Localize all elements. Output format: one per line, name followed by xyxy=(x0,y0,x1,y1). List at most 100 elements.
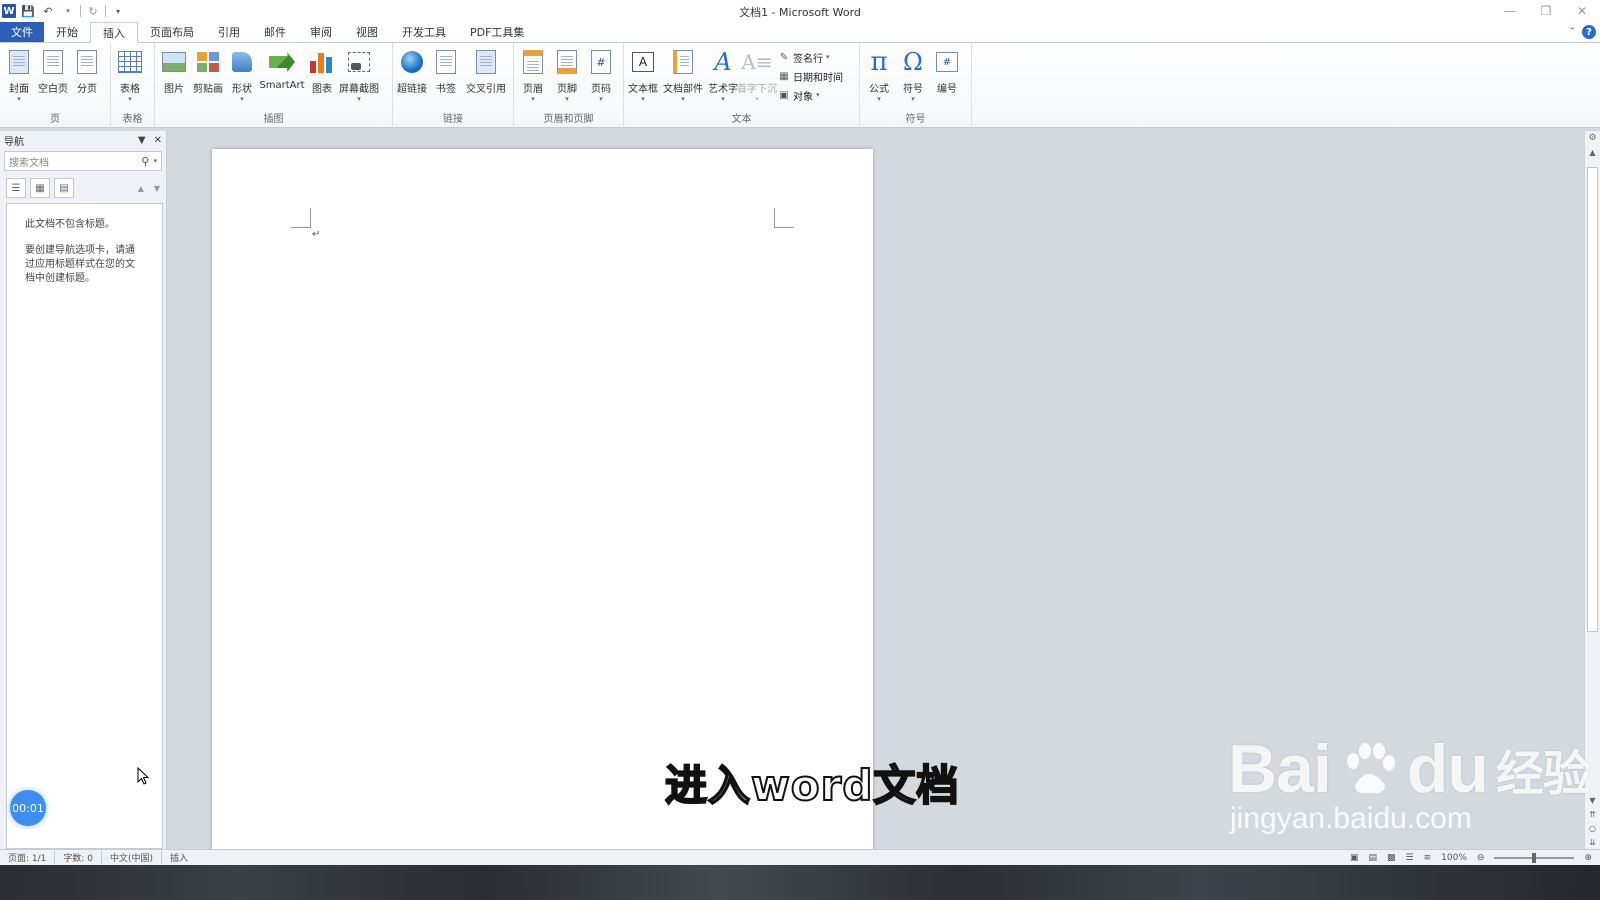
table-icon xyxy=(118,51,142,73)
page-number-icon: # xyxy=(588,48,614,76)
mouse-cursor-icon xyxy=(137,767,149,785)
chart-icon xyxy=(310,51,334,73)
signature-line-button[interactable]: ✎ 签名行 ▾ xyxy=(778,49,843,65)
headings-hint-message: 要创建导航选项卡，请通过应用标题样式在您的文档中创建标题。 xyxy=(25,245,135,284)
tab-pdf-tools[interactable]: PDF工具集 xyxy=(458,22,536,42)
blank-page-icon xyxy=(43,50,63,74)
paragraph-mark-icon: ↵ xyxy=(312,229,321,240)
scroll-thumb[interactable] xyxy=(1587,167,1598,632)
ribbon: 封面 ▾ 空白页 分页 页 表格 ▾ 表格 图片 剪贴画 形状 ▾ SmartA… xyxy=(0,43,1600,128)
group-label-text: 文本 xyxy=(731,114,752,125)
previous-result-icon[interactable]: ▲ xyxy=(138,184,144,193)
tab-file[interactable]: 文件 xyxy=(0,22,44,42)
object-button[interactable]: ▣ 对象 ▾ xyxy=(778,87,843,103)
margin-corner-top-left xyxy=(291,208,311,228)
tab-insert[interactable]: 插入 xyxy=(90,22,138,43)
calendar-icon: ▦ xyxy=(779,70,789,82)
group-label-symbols: 符号 xyxy=(905,114,926,125)
title-bar: W 💾 ↶ ▾ ↻ ▾ 文档1 - Microsoft Word — ❐ ✕ xyxy=(0,0,1600,22)
page-count-status[interactable]: 页面: 1/1 xyxy=(0,851,56,864)
navigation-pane-content: 此文档不包含标题。 要创建导航选项卡，请通过应用标题样式在您的文档中创建标题。 xyxy=(6,203,163,849)
full-screen-reading-icon[interactable]: ▤ xyxy=(1369,853,1378,863)
group-links: 超链接 书签 交叉引用 链接 xyxy=(393,43,514,128)
zoom-slider[interactable] xyxy=(1494,852,1575,863)
pane-close-icon[interactable]: ✕ xyxy=(154,135,162,146)
drop-cap-icon: A≡ xyxy=(741,50,773,74)
quick-parts-icon xyxy=(673,50,693,74)
group-symbols: π 公式 ▾ Ω 符号 ▾ # 编号 符号 xyxy=(860,43,972,128)
zoom-out-icon[interactable]: ⊖ xyxy=(1477,853,1485,863)
restore-icon[interactable]: ❐ xyxy=(1528,0,1564,22)
picture-icon xyxy=(162,52,186,72)
search-icon[interactable]: ⚲ xyxy=(141,155,149,168)
outline-view-icon[interactable]: ☰ xyxy=(1406,853,1414,863)
clip-art-icon xyxy=(195,48,221,76)
signature-line-icon: ✎ xyxy=(779,51,789,63)
help-icon[interactable]: ? xyxy=(1582,25,1596,39)
page-break-icon xyxy=(77,50,97,74)
save-icon[interactable]: 💾 xyxy=(20,3,36,19)
headings-view-icon[interactable]: ☰ xyxy=(6,178,26,198)
undo-icon[interactable]: ↶ xyxy=(40,3,56,19)
ruler-toggle-icon[interactable]: ⚙ xyxy=(1585,131,1600,145)
group-label-header-footer: 页眉和页脚 xyxy=(543,114,594,125)
tab-references[interactable]: 引用 xyxy=(206,22,252,42)
smartart-icon xyxy=(269,52,295,72)
navigation-pane: 导航 ▼ ✕ 搜索文档 ⚲ ▾ ☰ ▦ ▤ ▲ ▼ 此文档不包含标题。 要创建导… xyxy=(0,131,167,849)
group-text: A 文本框 ▾ 文档部件 ▾ A 艺术字 ▾ A≡ 首字下沉 ▾ ✎ 签名行 ▾ ▦… xyxy=(624,43,860,128)
date-time-button[interactable]: ▦ 日期和时间 xyxy=(778,68,843,84)
tab-mailings[interactable]: 邮件 xyxy=(252,22,298,42)
window-title: 文档1 - Microsoft Word xyxy=(739,6,861,19)
group-illustrations: 图片 剪贴画 形状 ▾ SmartArt 图表 屏幕截图 ▾ 插图 xyxy=(155,43,393,128)
group-header-footer: 页眉 ▾ 页脚 ▾ # 页码 ▾ 页眉和页脚 xyxy=(514,43,624,128)
tab-review[interactable]: 审阅 xyxy=(298,22,344,42)
qat-separator xyxy=(80,5,81,17)
word-count-status[interactable]: 字数: 0 xyxy=(55,851,103,864)
close-icon[interactable]: ✕ xyxy=(1564,0,1600,22)
no-headings-message: 此文档不包含标题。 xyxy=(25,219,115,230)
next-result-icon[interactable]: ▼ xyxy=(154,184,160,193)
video-subtitle: 进入word文档 xyxy=(664,760,960,811)
word-logo-icon[interactable]: W xyxy=(2,4,16,18)
pane-options-icon[interactable]: ▼ xyxy=(138,135,146,146)
qat-separator xyxy=(105,5,106,17)
window-controls: — ❐ ✕ xyxy=(1492,0,1600,22)
omega-icon: Ω xyxy=(903,48,923,76)
zoom-level[interactable]: 100% xyxy=(1441,853,1467,863)
bookmark-icon xyxy=(436,50,456,74)
quick-access-toolbar: W 💾 ↶ ▾ ↻ ▾ xyxy=(0,3,126,19)
web-layout-icon[interactable]: ▩ xyxy=(1387,853,1396,863)
language-status[interactable]: 中文(中国) xyxy=(102,851,163,864)
search-document-input[interactable]: 搜索文档 ⚲ ▾ xyxy=(4,151,162,171)
print-layout-view-icon[interactable]: ▣ xyxy=(1350,853,1359,863)
customize-icon[interactable]: ▾ xyxy=(110,3,126,19)
draft-view-icon[interactable]: ≡ xyxy=(1424,853,1432,863)
pages-view-icon[interactable]: ▦ xyxy=(30,178,50,198)
cross-reference-icon xyxy=(476,50,496,74)
navigation-pane-header: 导航 ▼ ✕ xyxy=(0,131,166,149)
pi-icon: π xyxy=(870,47,888,77)
insert-mode-status[interactable]: 插入 xyxy=(162,851,196,864)
wordart-icon: A xyxy=(714,48,732,76)
margin-corner-top-right xyxy=(774,208,794,228)
undo-dropdown-icon[interactable]: ▾ xyxy=(60,3,76,19)
footer-icon xyxy=(557,50,577,74)
tab-view[interactable]: 视图 xyxy=(344,22,390,42)
os-taskbar xyxy=(0,865,1600,900)
shapes-icon xyxy=(229,48,255,76)
minimize-ribbon-icon[interactable]: ⌃ xyxy=(1568,27,1576,37)
tab-developer[interactable]: 开发工具 xyxy=(390,22,458,42)
document-page[interactable]: ↵ xyxy=(212,149,873,849)
scroll-up-icon[interactable]: ▲ xyxy=(1585,145,1600,159)
tab-page-layout[interactable]: 页面布局 xyxy=(138,22,206,42)
minimize-icon[interactable]: — xyxy=(1492,0,1528,22)
redo-icon[interactable]: ↻ xyxy=(85,3,101,19)
next-page-icon[interactable]: ⇊ xyxy=(1585,835,1600,849)
search-placeholder: 搜索文档 xyxy=(9,157,49,169)
tab-home[interactable]: 开始 xyxy=(44,22,90,42)
results-view-icon[interactable]: ▤ xyxy=(54,178,74,198)
zoom-in-icon[interactable]: ⊕ xyxy=(1584,853,1592,863)
search-options-icon[interactable]: ▾ xyxy=(153,157,157,165)
status-bar: 页面: 1/1 字数: 0 中文(中国) 插入 ▣ ▤ ▩ ☰ ≡ 100% ⊖… xyxy=(0,849,1600,865)
number-icon: # xyxy=(934,48,960,76)
